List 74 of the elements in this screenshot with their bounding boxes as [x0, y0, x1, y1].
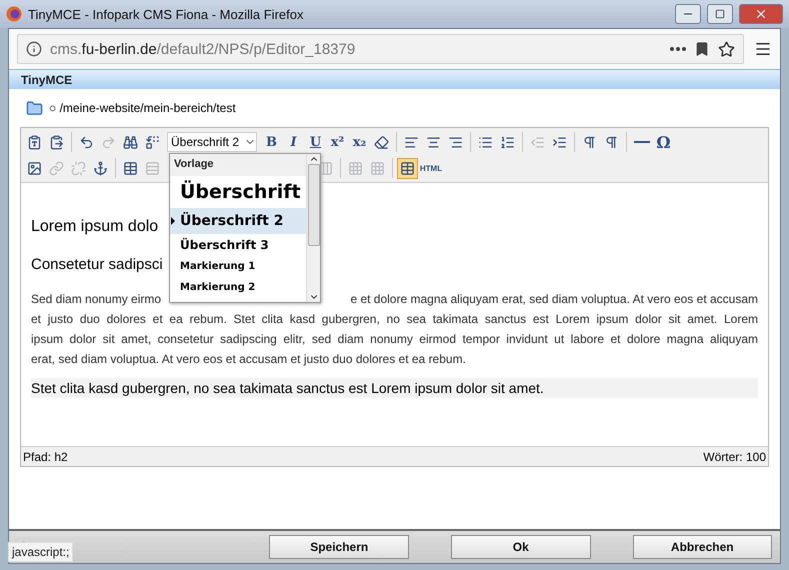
indent-icon — [552, 134, 567, 150]
toolbar-button[interactable]: Ω — [653, 132, 674, 152]
bullet-list-icon — [478, 134, 493, 150]
undo-icon — [79, 134, 94, 150]
menu-icon[interactable] — [754, 40, 772, 58]
heading-text: Consetetur sadipsci — [31, 256, 163, 273]
dialog-button[interactable]: Abbrechen — [632, 535, 772, 559]
bookmark-star-icon[interactable] — [718, 40, 735, 58]
toolbar-button[interactable] — [397, 158, 418, 178]
toolbar-button[interactable]: x₂ — [349, 132, 370, 152]
paragraph-text: e et dolore magna aliquyam erat, sed diam voluptua. At vero eos et accusam — [350, 291, 758, 308]
link-status-tooltip: javascript:; — [8, 542, 74, 562]
folder-icon — [26, 100, 43, 116]
maximize-icon — [715, 9, 725, 19]
toolbar-button[interactable]: HTML — [419, 158, 443, 178]
grid-icon — [348, 160, 363, 176]
outdent-icon — [530, 134, 545, 150]
dialog-title: TinyMCE — [9, 69, 780, 89]
scrollbar-thumb[interactable] — [308, 164, 320, 246]
find-icon — [123, 134, 138, 150]
dropdown-item[interactable]: Markierung 2 — [170, 277, 306, 298]
horizontal-rule-icon — [634, 141, 650, 143]
align-right-icon — [448, 134, 463, 150]
anchor-icon — [93, 160, 108, 176]
rows-icon — [145, 160, 160, 176]
address-bar[interactable]: cms.fu-berlin.de/default2/NPS/p/Editor_18379 — [17, 34, 744, 64]
redo-icon — [101, 134, 116, 150]
toolbar-button[interactable]: x² — [327, 132, 348, 152]
paragraph-text: ipsum dolor sit amet, consetetur sadipscing elitr, sed diam nonumy eirmod tempor invidunt ut labore et dolore magna aliquyam — [31, 331, 758, 348]
more-icon[interactable] — [670, 47, 686, 51]
dropdown-item[interactable]: Überschrift — [170, 176, 306, 208]
toolbar-button[interactable]: I — [283, 132, 304, 152]
pocket-icon[interactable] — [694, 41, 710, 57]
paragraph-text: Sed diam nonumy eirmo — [31, 291, 162, 308]
format-select[interactable]: Überschrift 2 — [167, 132, 257, 152]
path-status: Pfad: h2 — [23, 450, 68, 464]
path-text: ○ /meine-website/mein-bereich/test — [49, 101, 236, 115]
info-icon — [26, 41, 42, 57]
url-text: cms.fu-berlin.de/default2/NPS/p/Editor_18379 — [50, 40, 356, 58]
eraser-icon — [374, 134, 389, 150]
dropdown-item[interactable]: Markierung 1 — [170, 256, 306, 277]
close-button[interactable] — [739, 4, 783, 24]
numbered-list-icon — [500, 134, 515, 150]
dropdown-item[interactable]: Überschrift 2 — [170, 208, 306, 234]
dialog-button[interactable]: Ok — [450, 535, 590, 559]
dropdown-item[interactable]: Überschrift 3 — [170, 234, 306, 256]
paragraph-text: erat, sed diam voluptua. At vero eos et accusam et justo duo dolores et ea rebum. — [31, 351, 466, 368]
align-center-icon — [426, 134, 441, 150]
browser-logo-icon — [6, 6, 22, 22]
image-icon — [27, 160, 42, 176]
toolbar-button[interactable]: B — [261, 132, 282, 152]
pilcrow-icon — [582, 134, 597, 150]
toolbar-button[interactable]: U — [305, 132, 326, 152]
close-icon — [754, 7, 768, 21]
columns-icon — [318, 160, 333, 176]
align-left-icon — [404, 134, 419, 150]
replace-icon — [145, 134, 160, 150]
table-icon — [400, 160, 415, 176]
paste-text-icon — [27, 134, 42, 150]
maximize-button[interactable] — [707, 4, 733, 24]
minimize-button[interactable] — [675, 4, 701, 24]
paragraph-text: et justo duo dolores et ea rebum. Stet clita kasd gubergren, no sea takimata sanctus est Lorem ipsum dolor sit amet. Lorem — [31, 311, 758, 328]
word-count: Wörter: 100 — [703, 450, 766, 464]
current-paragraph: Stet clita kasd gubergren, no sea takimata sanctus est Lorem ipsum dolor sit amet. — [31, 378, 758, 398]
dropdown-title: Vorlage — [170, 154, 306, 176]
pilcrow-icon — [604, 134, 619, 150]
grid-icon — [370, 160, 385, 176]
paste-word-icon — [49, 134, 64, 150]
link-icon — [49, 160, 64, 176]
table-icon — [123, 160, 138, 176]
window-title: TinyMCE - Infopark CMS Fiona - Mozilla Firefox — [28, 6, 304, 22]
unlink-icon — [71, 160, 86, 176]
heading-text: Lorem ipsum dolo — [31, 218, 158, 237]
dialog-button[interactable]: Speichern — [269, 535, 409, 559]
